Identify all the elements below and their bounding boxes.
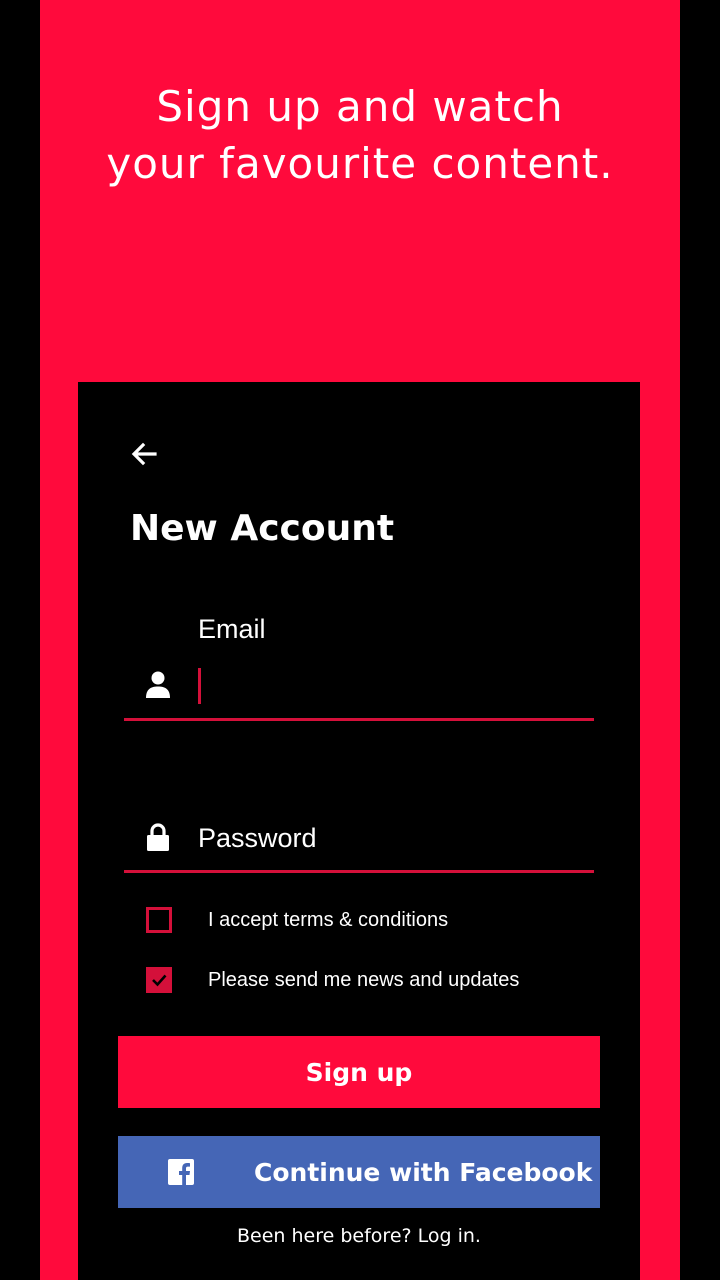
terms-checkbox-row[interactable]: I accept terms & conditions [146, 905, 448, 935]
password-field [124, 802, 594, 873]
checkmark-icon [152, 974, 167, 987]
signup-button[interactable]: Sign up [118, 1036, 600, 1108]
hero-line-2: your favourite content. [106, 139, 614, 188]
hero-headline: Sign up and watch your favourite content… [40, 78, 680, 192]
facebook-button-label: Continue with Facebook [254, 1158, 593, 1187]
email-label: Email [198, 614, 266, 644]
back-button[interactable] [128, 438, 160, 470]
login-link[interactable]: Been here before? Log in. [78, 1225, 640, 1247]
facebook-icon [168, 1159, 194, 1185]
signup-card: New Account Email I accept terms & condi… [78, 382, 640, 1280]
email-field: Email [124, 614, 594, 721]
page-title: New Account [130, 508, 395, 549]
signup-screen: Sign up and watch your favourite content… [40, 0, 680, 1280]
hero-line-1: Sign up and watch [156, 82, 564, 131]
lock-icon [147, 823, 169, 851]
email-input[interactable] [198, 666, 578, 706]
user-icon [146, 671, 170, 698]
password-input[interactable] [198, 818, 578, 858]
newsletter-label: Please send me news and updates [208, 968, 520, 991]
terms-label: I accept terms & conditions [208, 908, 449, 931]
newsletter-checkbox[interactable] [146, 967, 172, 993]
text-cursor [198, 668, 201, 704]
facebook-login-button[interactable]: Continue with Facebook [118, 1136, 600, 1208]
terms-checkbox[interactable] [146, 907, 172, 933]
newsletter-checkbox-row[interactable]: Please send me news and updates [146, 965, 519, 995]
arrow-left-icon [131, 442, 157, 466]
